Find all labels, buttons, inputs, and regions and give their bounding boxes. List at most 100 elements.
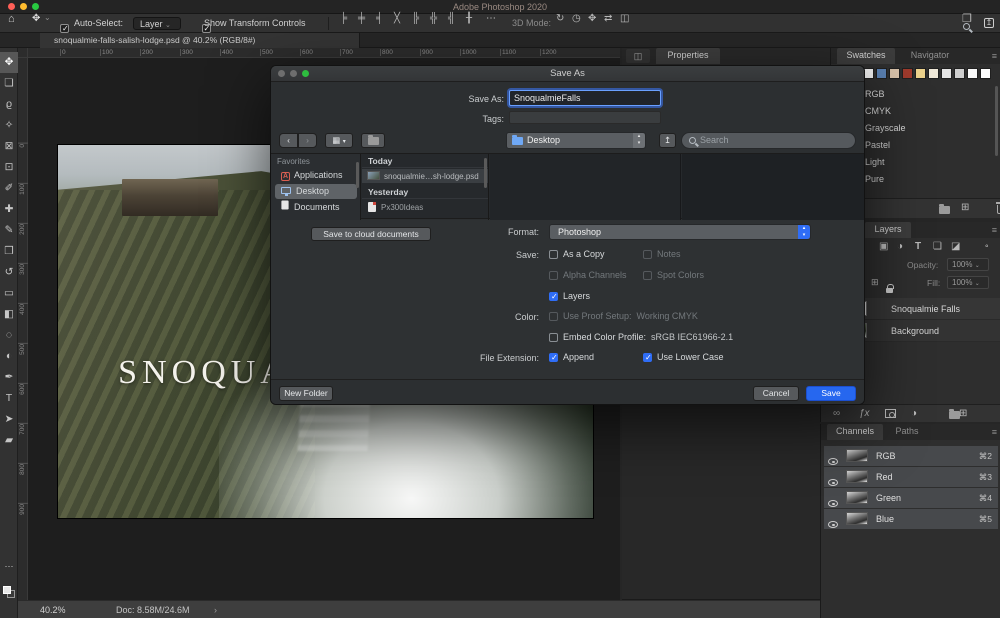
- zoom-level-field[interactable]: 40.2%: [40, 601, 66, 618]
- visibility-eye-icon[interactable]: [828, 458, 838, 465]
- opacity-value-dropdown[interactable]: 100% ⌄: [947, 258, 989, 271]
- alpha-channels-checkbox[interactable]: Alpha Channels: [549, 270, 627, 280]
- clone-stamp-tool[interactable]: ❒: [0, 241, 18, 262]
- pen-tool[interactable]: ✒: [0, 367, 18, 388]
- tab-paths[interactable]: Paths: [887, 424, 927, 440]
- distribute-left-icon[interactable]: ╠: [412, 14, 419, 24]
- save-to-cloud-button[interactable]: Save to cloud documents: [311, 227, 431, 241]
- file-item-selected[interactable]: snoqualmie…sh-lodge.psd: [362, 169, 488, 183]
- notes-checkbox[interactable]: Notes: [643, 249, 681, 259]
- foreground-color-swatch[interactable]: [3, 586, 11, 594]
- use-proof-setup-checkbox[interactable]: Use Proof Setup:Working CMYK: [549, 311, 698, 321]
- visibility-eye-icon[interactable]: [828, 500, 838, 507]
- 3d-slide-icon[interactable]: ⇄: [604, 14, 612, 24]
- channel-row-red[interactable]: Red ⌘3: [824, 467, 998, 487]
- link-layers-icon[interactable]: ∞: [833, 409, 840, 419]
- filter-shape-layers-icon[interactable]: ❏: [933, 242, 942, 252]
- color-swatch[interactable]: [980, 68, 991, 79]
- visibility-eye-icon[interactable]: [828, 479, 838, 486]
- panel-menu-icon[interactable]: ≡: [992, 51, 997, 61]
- filter-type-layers-icon[interactable]: T: [915, 242, 921, 252]
- vertical-ruler[interactable]: 0 100 200 300 400 500 600 700 800 900: [18, 58, 28, 600]
- history-brush-tool[interactable]: ↺: [0, 262, 18, 283]
- file-item[interactable]: Px300Ideas: [362, 200, 488, 214]
- filename-input[interactable]: [509, 90, 661, 106]
- append-checkbox[interactable]: Append: [549, 352, 594, 362]
- format-dropdown[interactable]: Photoshop ▴▾: [549, 224, 811, 240]
- channel-row-rgb[interactable]: RGB ⌘2: [824, 446, 998, 466]
- 3d-zoom-icon[interactable]: ◫: [620, 14, 629, 24]
- home-icon[interactable]: ⌂: [8, 14, 15, 25]
- crop-tool[interactable]: ⊡: [0, 157, 18, 178]
- color-swatch[interactable]: [941, 68, 952, 79]
- lock-all-icon[interactable]: [886, 288, 893, 293]
- 3d-orbit-icon[interactable]: ↻: [556, 14, 564, 24]
- tab-navigator[interactable]: Navigator: [901, 48, 959, 64]
- blur-tool[interactable]: ◌: [0, 325, 18, 346]
- color-swatch[interactable]: [967, 68, 978, 79]
- sidebar-item-documents[interactable]: Documents: [275, 200, 357, 215]
- as-a-copy-checkbox[interactable]: As a Copy: [549, 249, 605, 259]
- filter-toggle-icon[interactable]: ◦: [985, 242, 989, 252]
- align-right-edges-icon[interactable]: ╡: [376, 14, 383, 24]
- new-layer-icon[interactable]: ⊞: [959, 409, 967, 419]
- eraser-tool[interactable]: ▭: [0, 283, 18, 304]
- type-tool[interactable]: T: [0, 388, 18, 409]
- color-swatch[interactable]: [902, 68, 913, 79]
- 3d-roll-icon[interactable]: ◷: [572, 14, 581, 24]
- gradient-tool[interactable]: ◧: [0, 304, 18, 325]
- distribute-center-icon[interactable]: ╬: [430, 14, 437, 24]
- tags-input[interactable]: [509, 111, 661, 124]
- color-swatch[interactable]: [954, 68, 965, 79]
- location-dropdown[interactable]: Desktop ▴▾: [506, 132, 646, 149]
- layer-name[interactable]: Snoqualmie Falls: [891, 304, 960, 314]
- adjustment-layer-icon[interactable]: ◑: [911, 409, 917, 419]
- forward-button[interactable]: ›: [298, 133, 317, 148]
- path-selection-tool[interactable]: ➤: [0, 409, 18, 430]
- align-horizontal-centers-icon[interactable]: ╪: [358, 14, 365, 24]
- auto-select-target-dropdown[interactable]: Layer ⌄: [133, 17, 181, 30]
- lock-artboard-icon[interactable]: ⊞: [871, 278, 879, 287]
- scrollbar[interactable]: [995, 86, 998, 156]
- frame-tool[interactable]: ⊠: [0, 136, 18, 157]
- dialog-titlebar[interactable]: Save As: [271, 66, 864, 82]
- new-swatch-icon[interactable]: ⊞: [961, 203, 969, 213]
- panel-menu-icon[interactable]: ≡: [992, 427, 997, 437]
- new-group-folder-icon[interactable]: [939, 206, 950, 214]
- new-group-icon[interactable]: [949, 411, 960, 419]
- share-icon[interactable]: ↥: [984, 18, 994, 28]
- tab-channels[interactable]: Channels: [827, 424, 883, 440]
- color-swatch[interactable]: [889, 68, 900, 79]
- filter-pixel-layers-icon[interactable]: ▣: [879, 242, 888, 252]
- spot-colors-checkbox[interactable]: Spot Colors: [643, 270, 704, 280]
- back-button[interactable]: ‹: [279, 133, 298, 148]
- healing-brush-tool[interactable]: ✚: [0, 199, 18, 220]
- align-top-edges-icon[interactable]: ╳: [394, 14, 400, 24]
- document-tab[interactable]: snoqualmie-falls-salish-lodge.psd @ 40.2…: [40, 33, 360, 48]
- eyedropper-tool[interactable]: ✐: [0, 178, 18, 199]
- scrollbar[interactable]: [356, 162, 359, 188]
- file-column-empty[interactable]: [682, 154, 865, 220]
- panel-menu-icon[interactable]: ≡: [992, 225, 997, 235]
- file-column-empty[interactable]: [490, 154, 681, 220]
- folder-action-button[interactable]: [361, 133, 385, 148]
- screen-mode-icon[interactable]: ❐: [962, 14, 972, 25]
- collapsed-panel-icon[interactable]: ◫: [626, 49, 650, 63]
- distribute-bottom-icon[interactable]: ╂: [466, 14, 472, 24]
- tab-layers[interactable]: Layers: [865, 222, 911, 238]
- sidebar-item-desktop[interactable]: Desktop: [275, 184, 357, 199]
- filter-adjustment-layers-icon[interactable]: ◑: [897, 242, 903, 252]
- add-mask-icon[interactable]: [885, 409, 896, 418]
- distribute-right-icon[interactable]: ╣: [448, 14, 455, 24]
- layers-checkbox[interactable]: Layers: [549, 291, 590, 301]
- search-field[interactable]: Search: [681, 132, 856, 149]
- status-chevron-icon[interactable]: ›: [214, 601, 217, 618]
- scrollbar[interactable]: [484, 158, 487, 188]
- color-swatch[interactable]: [928, 68, 939, 79]
- dodge-tool[interactable]: ◐: [0, 346, 18, 367]
- chevron-down-icon[interactable]: ⌄: [44, 14, 51, 22]
- channel-row-green[interactable]: Green ⌘4: [824, 488, 998, 508]
- quick-selection-tool[interactable]: ✧: [0, 115, 18, 136]
- tab-swatches[interactable]: Swatches: [837, 48, 895, 64]
- 3d-pan-icon[interactable]: ✥: [588, 14, 596, 24]
